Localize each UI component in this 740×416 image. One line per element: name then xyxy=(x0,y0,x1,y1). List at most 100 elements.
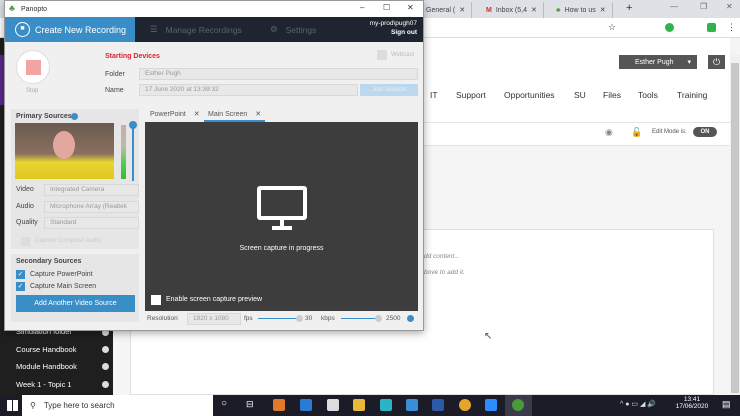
tab-powerpoint[interactable]: PowerPoint ✕ xyxy=(150,110,200,118)
store-icon[interactable] xyxy=(327,399,339,411)
close-icon[interactable]: ✕ xyxy=(194,111,200,118)
nav-files[interactable]: Files xyxy=(603,90,621,100)
zoom-icon[interactable] xyxy=(485,399,497,411)
nav-tools[interactable]: Tools xyxy=(638,90,658,100)
sidebar-item[interactable]: Course Handbook xyxy=(16,345,76,354)
windows-start-icon[interactable] xyxy=(7,400,18,411)
computer-audio-checkbox[interactable] xyxy=(21,237,30,246)
lock-icon[interactable]: 🔓 xyxy=(631,127,642,138)
fps-value: 30 xyxy=(305,315,313,322)
tab-label: Main Screen xyxy=(208,111,248,118)
fps-slider[interactable] xyxy=(258,315,303,322)
word-icon[interactable] xyxy=(432,399,444,411)
system-tray-icons[interactable]: ^ ● ▭ ◢ 🔊 xyxy=(620,400,656,408)
edge-icon[interactable] xyxy=(300,399,312,411)
nav-it[interactable]: IT xyxy=(430,90,438,100)
mail-icon[interactable] xyxy=(406,399,418,411)
monitor-base xyxy=(272,226,292,230)
monitor-icon xyxy=(257,186,307,220)
folder-value: Esther Pugh xyxy=(145,70,181,77)
nav-training[interactable]: Training xyxy=(677,90,707,100)
edit-mode-toggle[interactable]: ON xyxy=(693,127,717,137)
folder-select[interactable]: Esther Pugh xyxy=(139,68,418,80)
tab-create-recording[interactable]: ■ Create New Recording xyxy=(5,17,135,42)
file-explorer-icon[interactable] xyxy=(353,399,365,411)
nav-support[interactable]: Support xyxy=(456,90,486,100)
capture-powerpoint-label: Capture PowerPoint xyxy=(30,271,93,278)
video-label: Video xyxy=(16,186,34,193)
name-input[interactable]: 17 June 2020 at 13:39:32 xyxy=(139,84,358,96)
join-session-button[interactable]: Join Session xyxy=(360,84,418,96)
resolution-select[interactable]: 1920 x 1080 xyxy=(187,313,241,325)
taskbar-search[interactable]: ⚲ Type here to search xyxy=(22,395,213,416)
webcast-checkbox[interactable] xyxy=(377,50,387,60)
notifications-icon[interactable]: ▤ xyxy=(722,399,731,410)
volume-slider[interactable] xyxy=(129,121,137,181)
close-icon[interactable]: ✕ xyxy=(459,6,465,14)
time: 13:41 xyxy=(683,396,701,403)
capture-powerpoint-checkbox[interactable]: ✓ xyxy=(16,270,25,279)
minimize-icon[interactable]: — xyxy=(670,2,678,11)
window-title: Panopto xyxy=(21,5,48,13)
close-icon[interactable]: ✕ xyxy=(600,6,606,14)
browser-tab[interactable]: ♣ How to us ✕ xyxy=(550,2,613,18)
enable-preview-checkbox[interactable] xyxy=(151,295,161,305)
list-icon: ☰ xyxy=(150,24,158,34)
capture-main-screen-checkbox[interactable]: ✓ xyxy=(16,282,25,291)
extension-icon[interactable] xyxy=(665,23,674,32)
capture-main-screen-label: Capture Main Screen xyxy=(30,283,97,290)
help-icon[interactable] xyxy=(407,315,414,322)
audio-select[interactable]: Microphone Array (Realtek xyxy=(44,201,139,213)
tab-main-screen[interactable]: Main Screen ✕ xyxy=(204,107,266,122)
nav-opportunities[interactable]: Opportunities xyxy=(504,90,555,100)
scrollbar[interactable] xyxy=(730,55,740,395)
browser-tab[interactable]: M Inbox (5,4 ✕ xyxy=(480,2,544,18)
chrome-icon[interactable] xyxy=(459,399,471,411)
tab-label: Inbox (5,4 xyxy=(495,6,527,14)
video-select[interactable]: Integrated Camera xyxy=(44,184,139,196)
status-text: Starting Devices xyxy=(105,53,160,60)
menu-icon[interactable]: ⋮ xyxy=(727,22,736,33)
name-label: Name xyxy=(105,87,124,94)
primary-sources-heading: Primary Sources xyxy=(16,113,72,120)
sign-out-link[interactable]: Sign out xyxy=(370,29,417,36)
kbps-slider[interactable] xyxy=(341,315,382,322)
secondary-sources-heading: Secondary Sources xyxy=(16,258,82,265)
eye-icon[interactable]: ◉ xyxy=(605,127,613,138)
restore-icon[interactable]: ❐ xyxy=(700,2,707,11)
audio-level-meter xyxy=(121,125,126,179)
stop-button[interactable] xyxy=(16,50,50,84)
maximize-icon[interactable]: ☐ xyxy=(383,3,390,12)
firefox-icon[interactable] xyxy=(273,399,285,411)
clock[interactable]: 13:41 17/06/2020 xyxy=(672,396,712,410)
folder-label: Folder xyxy=(105,71,125,78)
user-menu[interactable]: Esther Pugh ▾ xyxy=(619,55,697,69)
add-video-source-button[interactable]: Add Another Video Source xyxy=(16,295,135,312)
panopto-taskbar-button[interactable] xyxy=(505,395,532,416)
close-icon[interactable]: ✕ xyxy=(726,2,733,11)
sidebar-item[interactable]: Week 1 - Topic 1 xyxy=(16,380,72,389)
tab-settings[interactable]: ⚙ Settings xyxy=(270,17,316,42)
browser-tab[interactable]: General (✕ xyxy=(420,2,473,18)
star-icon[interactable]: ☆ xyxy=(608,22,616,33)
close-icon[interactable]: ✕ xyxy=(531,6,537,14)
tab-manage-recordings[interactable]: ☰ Manage Recordings xyxy=(150,17,242,42)
close-icon[interactable]: ✕ xyxy=(407,3,414,12)
visibility-icon[interactable] xyxy=(102,363,109,370)
visibility-icon[interactable] xyxy=(102,346,109,353)
quality-label: Quality xyxy=(16,219,38,226)
app-l-icon[interactable] xyxy=(380,399,392,411)
sidebar-item[interactable]: Module Handbook xyxy=(16,362,77,371)
minimize-icon[interactable]: – xyxy=(360,3,364,12)
nav-su[interactable]: SU xyxy=(574,90,586,100)
power-button[interactable]: ⏻ xyxy=(708,55,725,69)
shield-icon[interactable] xyxy=(707,23,716,32)
date: 17/06/2020 xyxy=(675,403,709,410)
new-tab-icon[interactable]: + xyxy=(626,2,632,14)
help-icon[interactable] xyxy=(71,113,78,120)
visibility-icon[interactable] xyxy=(102,381,109,388)
task-view-icon[interactable]: ⊟ xyxy=(246,399,254,410)
close-icon[interactable]: ✕ xyxy=(255,111,261,118)
quality-select[interactable]: Standard xyxy=(44,217,139,229)
cortana-icon[interactable]: ○ xyxy=(221,398,227,409)
